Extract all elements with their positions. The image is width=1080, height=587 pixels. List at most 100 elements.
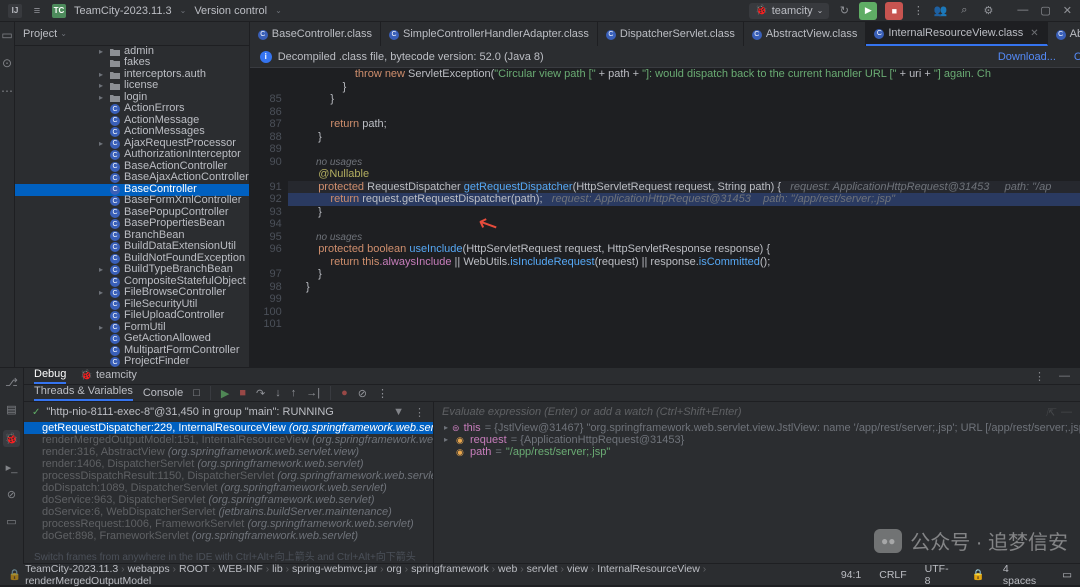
editor-tab[interactable]: CAbstract... xyxy=(1048,22,1080,46)
breadcrumb-item[interactable]: lib xyxy=(272,563,283,575)
rerun-icon[interactable]: □ xyxy=(193,387,200,399)
settings-icon[interactable]: ⚙ xyxy=(981,4,995,18)
tree-item[interactable]: CProjectFinder xyxy=(15,357,249,368)
breadcrumb-item[interactable]: ROOT xyxy=(179,563,209,575)
expand-arrow-icon[interactable]: ▸ xyxy=(99,266,109,274)
editor-tab[interactable]: CBaseController.class xyxy=(250,22,381,46)
variable-row[interactable]: ▸⊜this = {JstlView@31467} "org.springfra… xyxy=(434,422,1080,434)
git-icon[interactable]: ⎇ xyxy=(5,376,18,389)
editor-tab[interactable]: CAbstractView.class xyxy=(744,22,867,46)
minimize-icon[interactable]: — xyxy=(1017,4,1028,17)
breadcrumb-item[interactable]: springframework xyxy=(411,563,489,575)
breadcrumb-item[interactable]: webapps xyxy=(128,563,170,575)
breadcrumb-item[interactable]: servlet xyxy=(527,563,558,575)
stack-frame[interactable]: doService:963, DispatcherServlet (org.sp… xyxy=(24,494,433,506)
expand-arrow-icon[interactable]: ▸ xyxy=(99,48,109,56)
stop-button[interactable]: ■ xyxy=(885,2,903,20)
resume-icon[interactable]: ▶ xyxy=(221,387,229,400)
breadcrumb-item[interactable]: view xyxy=(567,563,588,575)
console-tab[interactable]: Console xyxy=(143,387,183,399)
file-encoding[interactable]: UTF-8 xyxy=(925,563,954,587)
choose-sources-link[interactable]: Choose Sources... xyxy=(1074,51,1080,63)
stack-frame[interactable]: doDispatch:1089, DispatcherServlet (org.… xyxy=(24,482,433,494)
evaluate-expression-input[interactable]: Evaluate expression (Enter) or add a wat… xyxy=(434,402,1080,422)
editor-tab[interactable]: CInternalResourceView.class✕ xyxy=(866,22,1047,46)
expand-icon[interactable]: ⇱ xyxy=(1046,406,1055,419)
tab-teamcity-run[interactable]: 🐞 teamcity xyxy=(80,369,136,383)
download-sources-link[interactable]: Download... xyxy=(998,51,1056,63)
project-tree[interactable]: ▸adminfakes▸interceptors.auth▸license▸lo… xyxy=(15,46,249,367)
build-icon[interactable]: ▭ xyxy=(6,515,16,528)
more-debug-icon[interactable]: ⋮ xyxy=(377,387,388,400)
commit-toolwindow-icon[interactable]: ⊙ xyxy=(0,56,14,70)
variable-row[interactable]: ◉path = "/app/rest/server;.jsp" xyxy=(434,446,1080,458)
run-to-cursor-icon[interactable]: →| xyxy=(306,387,320,399)
stack-frame[interactable]: render:1406, DispatcherServlet (org.spri… xyxy=(24,458,433,470)
breadcrumb-item[interactable]: org xyxy=(387,563,402,575)
stack-frame[interactable]: processRequest:1006, FrameworkServlet (o… xyxy=(24,518,433,530)
expand-arrow-icon[interactable]: ▸ xyxy=(99,94,109,102)
tab-debug[interactable]: Debug xyxy=(34,368,66,384)
run-config-selector[interactable]: 🐞 teamcity ⌄ xyxy=(749,3,829,19)
stack-frame[interactable]: getRequestDispatcher:229, InternalResour… xyxy=(24,422,433,434)
indent-info[interactable]: 4 spaces xyxy=(1003,563,1044,587)
project-dropdown-icon[interactable]: ⌄ xyxy=(180,6,187,15)
more-actions-icon[interactable]: ⋮ xyxy=(911,4,925,18)
expand-arrow-icon[interactable]: ▸ xyxy=(99,324,109,332)
breadcrumbs[interactable]: TeamCity-2023.11.3 › webapps › ROOT › WE… xyxy=(25,563,819,587)
vc-dropdown-icon[interactable]: ⌄ xyxy=(275,6,282,15)
stack-frame[interactable]: render:316, AbstractView (org.springfram… xyxy=(24,446,433,458)
caret-position[interactable]: 94:1 xyxy=(841,569,861,581)
step-into-icon[interactable]: ↓ xyxy=(275,387,281,399)
stack-frame[interactable]: renderMergedOutputModel:151, InternalRes… xyxy=(24,434,433,446)
intellij-icon[interactable]: IJ xyxy=(8,4,22,18)
debug-restart-icon[interactable]: ↻ xyxy=(837,4,851,18)
stop-debug-icon[interactable]: ■ xyxy=(239,387,246,399)
stack-frame[interactable]: doService:6, WebDispatcherServlet (jetbr… xyxy=(24,506,433,518)
lock-icon[interactable]: 🔒 xyxy=(8,568,21,581)
code-lines[interactable]: throw new ServletException("Circular vie… xyxy=(288,68,1080,367)
services-icon[interactable]: ▤ xyxy=(6,403,16,416)
menu-icon[interactable]: ≡ xyxy=(30,4,44,18)
more-icon[interactable]: ⋮ xyxy=(1034,370,1045,383)
variable-row[interactable]: ▸◉request = {ApplicationHttpRequest@3145… xyxy=(434,434,1080,446)
project-name[interactable]: TeamCity-2023.11.3 xyxy=(74,5,172,17)
stack-frame[interactable]: doGet:898, FrameworkServlet (org.springf… xyxy=(24,530,433,542)
thread-header[interactable]: ✓ "http-nio-8111-exec-8"@31,450 in group… xyxy=(24,402,433,422)
expand-arrow-icon[interactable]: ▸ xyxy=(99,140,109,148)
maximize-icon[interactable]: ▢ xyxy=(1040,4,1050,17)
structure-toolwindow-icon[interactable]: ⋯ xyxy=(0,84,14,98)
problems-icon[interactable]: ⊘ xyxy=(7,488,16,501)
breadcrumb-item[interactable]: InternalResourceView xyxy=(597,563,700,575)
filter-icon[interactable]: ▼ xyxy=(393,406,404,418)
step-out-icon[interactable]: ↑ xyxy=(291,387,297,399)
frames-list[interactable]: getRequestDispatcher:229, InternalResour… xyxy=(24,422,433,542)
editor-tab[interactable]: CDispatcherServlet.class xyxy=(598,22,744,46)
debug-toolwindow-icon[interactable]: 🐞 xyxy=(3,430,21,447)
breadcrumb-item[interactable]: spring-webmvc.jar xyxy=(292,563,377,575)
expand-arrow-icon[interactable]: ▸ xyxy=(99,289,109,297)
search-everywhere-icon[interactable]: ⌕ xyxy=(957,4,971,18)
expand-arrow-icon[interactable]: ▸ xyxy=(99,82,109,90)
step-over-icon[interactable]: ↷ xyxy=(256,387,265,400)
editor-tab[interactable]: CSimpleControllerHandlerAdapter.class xyxy=(381,22,598,46)
project-panel-header[interactable]: Project ⌄ xyxy=(15,22,249,46)
expand-arrow-icon[interactable]: ▸ xyxy=(99,71,109,79)
breadcrumb-item[interactable]: TeamCity-2023.11.3 xyxy=(25,563,118,575)
stack-frame[interactable]: processDispatchResult:1150, DispatcherSe… xyxy=(24,470,433,482)
line-separator[interactable]: CRLF xyxy=(879,569,906,581)
variables-list[interactable]: ▸⊜this = {JstlView@31467} "org.springfra… xyxy=(434,422,1080,458)
terminal-icon[interactable]: ▸_ xyxy=(6,461,18,474)
breakpoints-icon[interactable]: ● xyxy=(341,387,348,399)
code-with-me-icon[interactable]: 👥 xyxy=(933,4,947,18)
code-editor[interactable]: 858687888990919293949596979899100101 thr… xyxy=(250,68,1080,367)
more-frames-icon[interactable]: ⋮ xyxy=(414,406,425,419)
run-button[interactable]: ▶ xyxy=(859,2,877,20)
close-window-icon[interactable]: ✕ xyxy=(1063,4,1072,17)
threads-variables-tab[interactable]: Threads & Variables xyxy=(34,385,133,401)
hide-eval-icon[interactable]: — xyxy=(1061,406,1072,418)
mute-breakpoints-icon[interactable]: ⊘ xyxy=(358,387,367,400)
close-tab-icon[interactable]: ✕ xyxy=(1030,28,1038,39)
lock-indicator-icon[interactable]: 🔒 xyxy=(972,568,985,581)
memory-icon[interactable]: ▭ xyxy=(1062,569,1072,581)
